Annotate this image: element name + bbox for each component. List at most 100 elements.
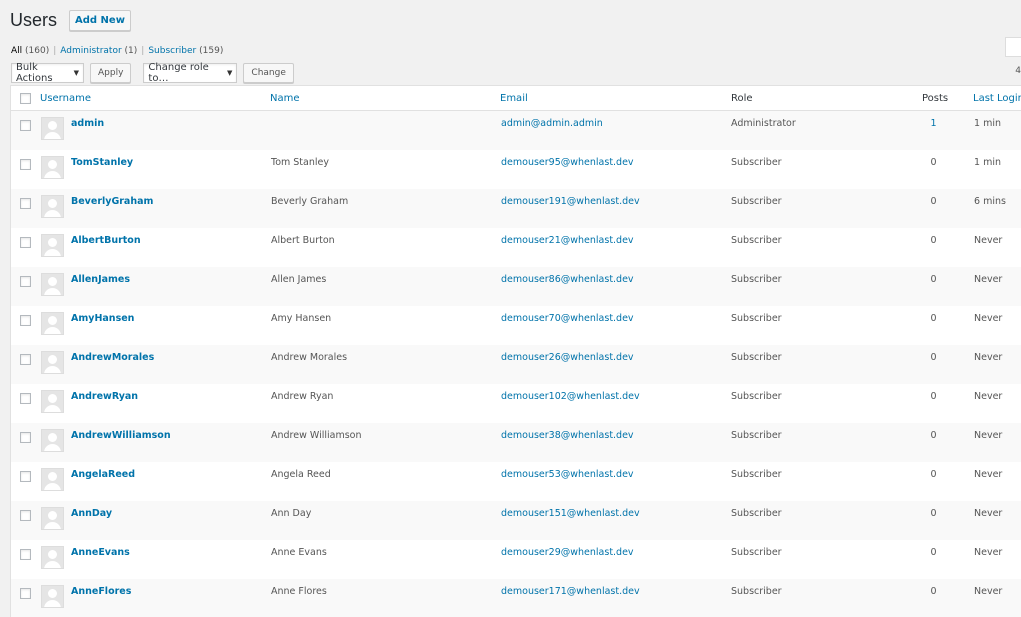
row-checkbox[interactable] bbox=[20, 393, 31, 404]
search-input[interactable] bbox=[1005, 37, 1021, 57]
username-link[interactable]: TomStanley bbox=[71, 157, 133, 168]
user-last-login: 1 min bbox=[974, 118, 1001, 129]
change-button[interactable]: Change bbox=[243, 63, 294, 83]
user-role: Subscriber bbox=[731, 586, 782, 597]
user-email-link[interactable]: demouser86@whenlast.dev bbox=[501, 274, 634, 285]
select-all-checkbox[interactable] bbox=[20, 93, 31, 104]
row-checkbox[interactable] bbox=[20, 237, 31, 248]
row-checkbox[interactable] bbox=[20, 588, 31, 599]
username-link[interactable]: AndrewWilliamson bbox=[71, 430, 171, 441]
table-row: BeverlyGraham Beverly Graham demouser191… bbox=[11, 189, 1021, 228]
user-role: Subscriber bbox=[731, 274, 782, 285]
row-checkbox[interactable] bbox=[20, 354, 31, 365]
user-name: Amy Hansen bbox=[271, 313, 332, 324]
column-username[interactable]: Username bbox=[40, 93, 91, 104]
table-row: AnnDay Ann Day demouser151@whenlast.dev … bbox=[11, 501, 1021, 540]
user-email-link[interactable]: demouser151@whenlast.dev bbox=[501, 508, 640, 519]
user-last-login: 6 mins bbox=[974, 196, 1006, 207]
user-posts[interactable]: 1 bbox=[911, 118, 956, 129]
row-checkbox[interactable] bbox=[20, 276, 31, 287]
username-link[interactable]: AndrewMorales bbox=[71, 352, 154, 363]
user-last-login: Never bbox=[974, 274, 1003, 285]
column-name[interactable]: Name bbox=[270, 93, 300, 104]
table-header: Username Name Email Role Posts Last Logi… bbox=[11, 86, 1021, 111]
user-name: Anne Flores bbox=[271, 586, 327, 597]
user-role: Subscriber bbox=[731, 508, 782, 519]
avatar bbox=[41, 429, 64, 452]
user-last-login: Never bbox=[974, 391, 1003, 402]
username-link[interactable]: AndrewRyan bbox=[71, 391, 138, 402]
user-role-filters: All (160) | Administrator (1) | Subscrib… bbox=[11, 46, 223, 56]
user-name: Beverly Graham bbox=[271, 196, 349, 207]
row-checkbox[interactable] bbox=[20, 159, 31, 170]
username-link[interactable]: AmyHansen bbox=[71, 313, 134, 324]
change-role-select[interactable]: Change role to… ▼ bbox=[143, 62, 238, 84]
avatar bbox=[41, 117, 64, 140]
row-checkbox[interactable] bbox=[20, 471, 31, 482]
row-checkbox[interactable] bbox=[20, 549, 31, 560]
row-checkbox[interactable] bbox=[20, 510, 31, 521]
username-link[interactable]: AnnDay bbox=[71, 508, 112, 519]
avatar bbox=[41, 312, 64, 335]
user-email-link[interactable]: demouser70@whenlast.dev bbox=[501, 313, 634, 324]
filter-separator: | bbox=[53, 46, 57, 56]
user-posts: 0 bbox=[930, 430, 937, 441]
filter-separator: | bbox=[141, 46, 145, 56]
username-link[interactable]: AngelaReed bbox=[71, 469, 135, 480]
column-last-login[interactable]: Last Login bbox=[973, 93, 1021, 104]
username-link[interactable]: admin bbox=[71, 118, 104, 129]
user-email-link[interactable]: demouser171@whenlast.dev bbox=[501, 586, 640, 597]
user-email-link[interactable]: demouser26@whenlast.dev bbox=[501, 352, 634, 363]
avatar bbox=[41, 468, 64, 491]
username-link[interactable]: AlbertBurton bbox=[71, 235, 141, 246]
avatar bbox=[41, 195, 64, 218]
user-email-link[interactable]: demouser102@whenlast.dev bbox=[501, 391, 640, 402]
row-checkbox[interactable] bbox=[20, 198, 31, 209]
user-email-link[interactable]: demouser95@whenlast.dev bbox=[501, 157, 634, 168]
user-posts: 0 bbox=[930, 352, 937, 363]
username-link[interactable]: AllenJames bbox=[71, 274, 130, 285]
user-email-link[interactable]: demouser21@whenlast.dev bbox=[501, 235, 634, 246]
apply-button[interactable]: Apply bbox=[90, 63, 132, 83]
dropdown-arrow-icon: ▼ bbox=[73, 69, 79, 77]
user-last-login: Never bbox=[974, 430, 1003, 441]
row-checkbox[interactable] bbox=[20, 315, 31, 326]
user-posts: 0 bbox=[930, 274, 937, 285]
user-email-link[interactable]: demouser191@whenlast.dev bbox=[501, 196, 640, 207]
user-email-link[interactable]: demouser38@whenlast.dev bbox=[501, 430, 634, 441]
user-email-link[interactable]: admin@admin.admin bbox=[501, 118, 603, 129]
username-link[interactable]: AnneFlores bbox=[71, 586, 131, 597]
user-name: Angela Reed bbox=[271, 469, 331, 480]
username-link[interactable]: BeverlyGraham bbox=[71, 196, 153, 207]
user-role: Subscriber bbox=[731, 235, 782, 246]
table-row: AndrewMorales Andrew Morales demouser26@… bbox=[11, 345, 1021, 384]
user-role: Subscriber bbox=[731, 469, 782, 480]
items-count: 4 bbox=[1015, 66, 1021, 76]
user-email-link[interactable]: demouser29@whenlast.dev bbox=[501, 547, 634, 558]
dropdown-arrow-icon: ▼ bbox=[227, 69, 233, 77]
user-name: Tom Stanley bbox=[271, 157, 329, 168]
user-posts: 0 bbox=[930, 157, 937, 168]
user-last-login: Never bbox=[974, 547, 1003, 558]
filter-administrator[interactable]: Administrator (1) bbox=[60, 46, 137, 56]
user-posts: 0 bbox=[930, 391, 937, 402]
user-role: Administrator bbox=[731, 118, 796, 129]
filter-subscriber[interactable]: Subscriber (159) bbox=[148, 46, 223, 56]
username-link[interactable]: AnneEvans bbox=[71, 547, 130, 558]
table-row: AmyHansen Amy Hansen demouser70@whenlast… bbox=[11, 306, 1021, 345]
user-name: Andrew Ryan bbox=[271, 391, 334, 402]
bulk-actions-select[interactable]: Bulk Actions ▼ bbox=[11, 62, 84, 84]
row-checkbox[interactable] bbox=[20, 120, 31, 131]
add-new-button[interactable]: Add New bbox=[69, 10, 131, 31]
column-role: Role bbox=[731, 93, 753, 104]
user-email-link[interactable]: demouser53@whenlast.dev bbox=[501, 469, 634, 480]
user-last-login: Never bbox=[974, 352, 1003, 363]
user-name: Andrew Williamson bbox=[271, 430, 362, 441]
row-checkbox[interactable] bbox=[20, 432, 31, 443]
filter-all[interactable]: All (160) bbox=[11, 46, 49, 56]
table-row: AndrewWilliamson Andrew Williamson demou… bbox=[11, 423, 1021, 462]
user-posts: 0 bbox=[930, 547, 937, 558]
user-name: Albert Burton bbox=[271, 235, 335, 246]
user-role: Subscriber bbox=[731, 352, 782, 363]
column-email[interactable]: Email bbox=[500, 93, 528, 104]
